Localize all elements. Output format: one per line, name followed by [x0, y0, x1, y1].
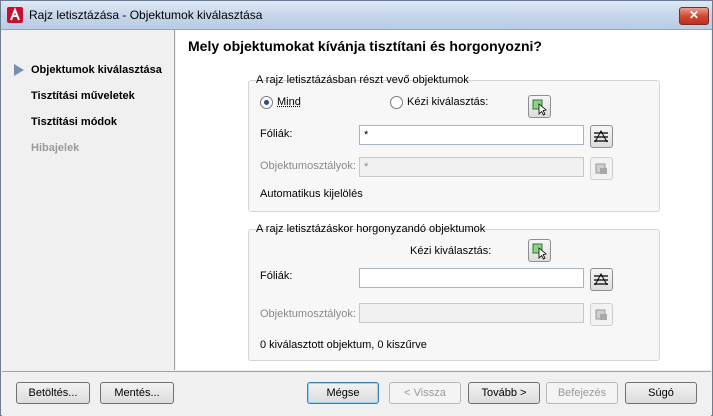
anchor-classes-label: Objektumosztályok:	[260, 308, 356, 320]
clean-layers-label: Fóliák:	[260, 128, 293, 140]
clean-status-text: Automatikus kijelölés	[260, 188, 363, 200]
clean-classes-label: Objektumosztályok:	[260, 160, 356, 172]
anchor-classes-pick-button	[590, 303, 613, 326]
main-panel: Mely objektumokat kívánja tisztítani és …	[176, 30, 711, 370]
step-sidebar: Objektumok kiválasztása Tisztítási művel…	[2, 30, 175, 370]
load-button[interactable]: Betöltés...	[16, 382, 90, 404]
anchor-classes-input	[359, 303, 584, 323]
clean-layers-input[interactable]: *	[359, 125, 584, 145]
layer-list-icon	[594, 129, 608, 143]
clean-group-title: A rajz letisztázásban részt vevő objektu…	[256, 74, 469, 86]
sidebar-item-clean-operations[interactable]: Tisztítási műveletek	[31, 90, 135, 102]
sidebar-item-error-markers: Hibajelek	[31, 142, 80, 154]
anchor-layers-input[interactable]	[359, 268, 584, 288]
clean-layers-pick-button[interactable]	[590, 125, 613, 148]
back-button: < Vissza	[389, 382, 461, 404]
dialog-window: Rajz letisztázása - Objektumok kiválaszt…	[0, 0, 713, 416]
next-button[interactable]: Tovább >	[468, 382, 540, 404]
close-button[interactable]: ✕	[679, 7, 709, 25]
anchor-manual-label: Kézi kiválasztás:	[410, 245, 492, 257]
radio-manual[interactable]	[390, 96, 403, 109]
save-button[interactable]: Mentés...	[100, 382, 174, 404]
select-objects-button[interactable]	[528, 95, 551, 118]
class-list-icon	[595, 309, 607, 320]
radio-all-label[interactable]: Mind	[277, 96, 301, 108]
clean-classes-input: *	[359, 157, 584, 177]
cancel-button[interactable]: Mégse	[307, 382, 379, 404]
current-step-arrow-icon	[14, 64, 24, 76]
radio-selected-dot	[264, 100, 269, 105]
dialog-footer: Betöltés... Mentés... Mégse < Vissza Tov…	[2, 371, 711, 416]
radio-manual-label[interactable]: Kézi kiválasztás:	[407, 96, 488, 108]
window-title: Rajz letisztázása - Objektumok kiválaszt…	[29, 8, 263, 22]
clean-classes-pick-button	[590, 157, 613, 180]
sidebar-item-object-selection[interactable]: Objektumok kiválasztása	[31, 64, 162, 76]
anchor-group-title: A rajz letisztázáskor horgonyzandó objek…	[256, 223, 486, 235]
anchor-layers-pick-button[interactable]	[590, 268, 613, 291]
anchor-layers-label: Fóliák:	[260, 270, 293, 282]
help-button[interactable]: Súgó	[625, 382, 697, 404]
select-objects-icon	[532, 99, 547, 116]
title-bar: Rajz letisztázása - Objektumok kiválaszt…	[1, 1, 712, 30]
radio-all[interactable]	[260, 96, 273, 109]
layer-list-icon	[594, 272, 608, 286]
autocad-a-icon	[7, 7, 23, 23]
anchor-status-text: 0 kiválasztott objektum, 0 kiszűrve	[260, 339, 427, 351]
class-list-icon	[595, 163, 607, 174]
select-objects-icon	[532, 243, 547, 260]
anchor-select-objects-button[interactable]	[528, 239, 551, 262]
page-title: Mely objektumokat kívánja tisztítani és …	[188, 38, 542, 54]
sidebar-item-clean-modes[interactable]: Tisztítási módok	[31, 116, 117, 128]
finish-button: Befejezés	[546, 382, 618, 404]
